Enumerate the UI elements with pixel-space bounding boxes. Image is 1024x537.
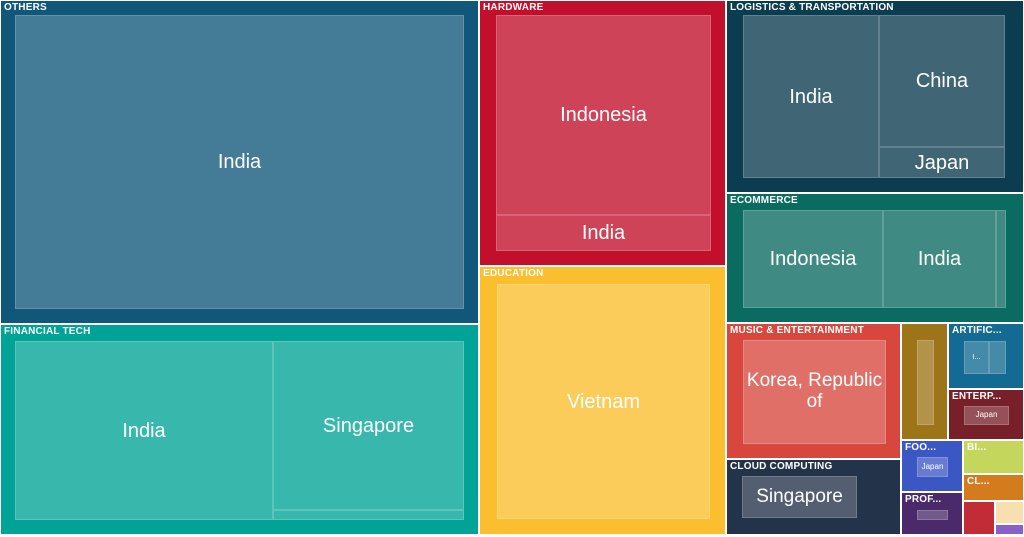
treemap-leaf-logistics-japan[interactable]: Japan [879,147,1005,178]
treemap-leaf-education-vietnam[interactable]: Vietnam [497,284,710,519]
treemap-group-others[interactable]: India OTHERS [0,0,479,324]
treemap-leaf-ai-a[interactable]: I... [964,341,989,374]
treemap-leaf-ecommerce-india[interactable]: India [883,210,996,308]
treemap-group-enterprise[interactable]: Japan ENTERP... [948,389,1024,440]
treemap-leaf-fintech-india[interactable]: India [15,341,273,520]
treemap-leaf-label: Singapore [756,485,843,507]
treemap-leaf-label: India [917,248,962,270]
treemap-leaf-logistics-india[interactable]: India [743,15,879,178]
treemap-leaf-enterprise-japan[interactable]: Japan [964,406,1009,425]
treemap-leaf-label: Vietnam [566,390,640,413]
treemap-group-music[interactable]: Korea, Republic of MUSIC & ENTERTAINMENT [726,323,901,459]
treemap-group-hardware[interactable]: Indonesia India HARDWARE [479,0,726,266]
treemap-leaf-cloud-singapore[interactable]: Singapore [742,476,857,518]
treemap-leaf-label: Japan [914,151,970,174]
treemap-leaf-fintech-singapore[interactable]: Singapore [273,341,464,510]
treemap-group-unlabeled-gold[interactable] [901,323,948,440]
treemap-group-title: EDUCATION [483,268,544,279]
treemap-leaf-label: India [122,419,166,442]
treemap-leaf-hardware-india[interactable]: India [496,215,711,251]
treemap-leaf-label: India [581,222,626,244]
treemap-group-title: CLOUD COMPUTING [730,461,833,472]
treemap-leaf-label: Indonesia [769,248,857,270]
treemap-leaf-music-korea[interactable]: Korea, Republic of [743,340,886,444]
treemap-group-cream-small[interactable] [995,501,1024,524]
treemap-group-title: ENTERP... [952,391,1002,402]
treemap-group-cloud[interactable]: Singapore CLOUD COMPUTING [726,459,901,535]
treemap-leaf-label: India [789,85,833,108]
treemap-leaf-fintech-other[interactable] [273,510,464,520]
treemap-group-fintech[interactable]: India Singapore FINANCIAL TECH [0,324,479,535]
treemap-leaf-label: India [217,151,262,173]
treemap-leaf-ai-b[interactable] [989,341,1006,374]
treemap-leaf-label: Korea, Republic of [746,370,883,412]
treemap-leaf-label: I... [972,353,981,361]
treemap-leaf-food-japan[interactable]: Japan [917,457,948,477]
treemap-group-title: HARDWARE [483,2,544,13]
treemap-group-title: MUSIC & ENTERTAINMENT [730,325,865,336]
treemap-leaf-logistics-china[interactable]: China [879,15,1005,147]
treemap-leaf-label: China [915,70,969,92]
treemap-group-education[interactable]: Vietnam EDUCATION [479,266,726,535]
treemap-group-title: LOGISTICS & TRANSPORTATION [730,2,894,13]
treemap-group-red-small[interactable] [963,501,995,535]
treemap-group-ai[interactable]: I... ARTIFIC... [948,323,1024,389]
treemap-leaf-label: Singapore [322,414,415,437]
treemap-group-purple-small[interactable] [995,524,1024,535]
treemap-leaf-label: Japan [975,410,998,420]
treemap-leaf-label: Japan [921,461,944,471]
treemap-group-title: CL... [967,476,990,487]
treemap-leaf-ecommerce-other[interactable] [996,210,1006,308]
treemap-group-title: PROF... [905,494,942,505]
treemap-group-ecommerce[interactable]: Indonesia India ECOMMERCE [726,193,1024,323]
treemap-group-logistics[interactable]: India China Japan LOGISTICS & TRANSPORTATIO… [726,0,1024,193]
treemap-leaf-unlabeled-gold-a[interactable] [917,340,934,425]
treemap-group-food[interactable]: Japan FOO... [901,440,963,492]
treemap-leaf-prof-a[interactable] [917,510,948,520]
treemap-leaf-hardware-indonesia[interactable]: Indonesia [496,15,711,215]
treemap-group-title: ARTIFIC... [952,325,1002,336]
treemap-group-bi[interactable]: BI... [963,440,1024,474]
treemap-group-title: ECOMMERCE [730,195,798,206]
treemap-group-title: OTHERS [4,2,47,13]
treemap-group-prof[interactable]: PROF... [901,492,963,535]
treemap-leaf-ecommerce-indonesia[interactable]: Indonesia [743,210,883,308]
treemap-group-title: FOO... [905,442,937,453]
treemap-group-cl[interactable]: CL... [963,474,1024,501]
treemap-group-title: FINANCIAL TECH [4,326,91,337]
treemap-leaf-label: Indonesia [560,104,647,126]
treemap-group-title: BI... [967,442,987,453]
treemap-chart: India OTHERS Indonesia India HARDWARE India Ch… [0,0,1024,537]
treemap-leaf-others-india[interactable]: India [15,15,464,309]
